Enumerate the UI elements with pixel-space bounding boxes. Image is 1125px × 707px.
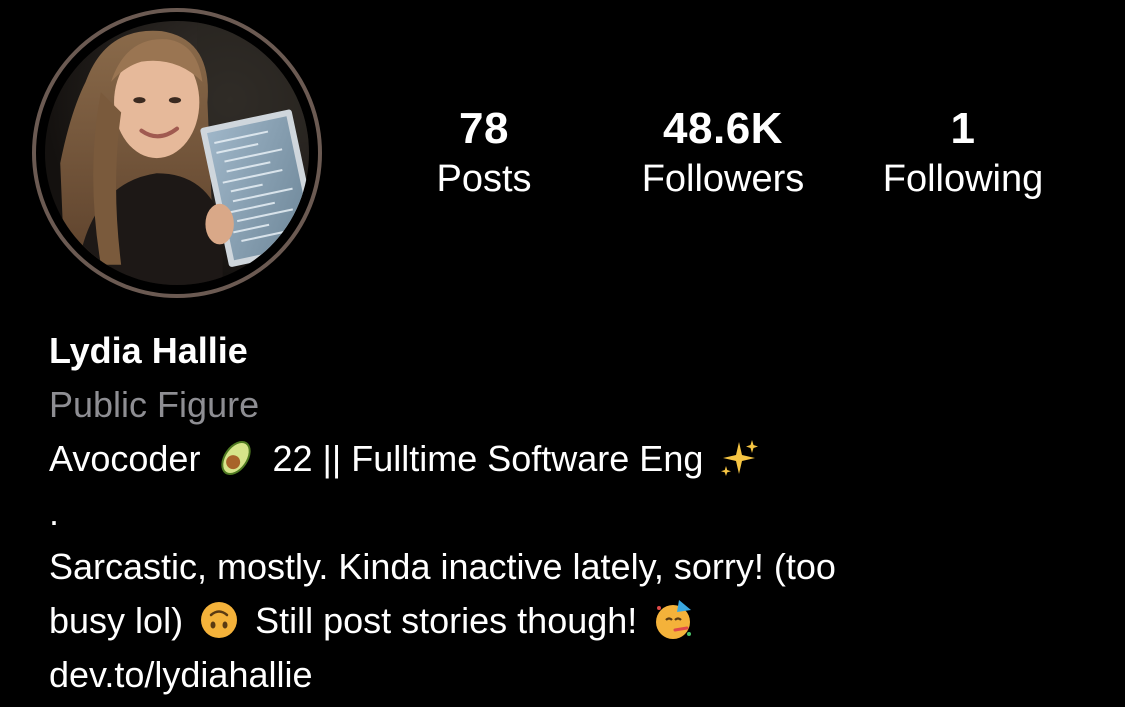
sparkles-icon	[717, 436, 761, 480]
bio-line-2: .	[49, 492, 60, 533]
avatar-photo	[45, 21, 309, 285]
partying-face-icon	[651, 598, 695, 642]
profile-category: Public Figure	[49, 384, 260, 425]
followers-label: Followers	[641, 158, 805, 200]
followers-stat[interactable]: 48.6K Followers	[613, 100, 833, 202]
profile-name: Lydia Hallie	[49, 330, 248, 371]
following-label: Following	[882, 158, 1044, 200]
bio-line-1: Avocoder 22 || Fulltime Software Eng	[49, 432, 1109, 486]
profile-avatar[interactable]	[32, 8, 322, 298]
upside-down-face-icon	[197, 598, 241, 642]
followers-count: 48.6K	[663, 104, 783, 153]
following-stat[interactable]: 1 Following	[853, 100, 1073, 202]
profile-photo-icon	[45, 21, 309, 285]
posts-count: 78	[459, 104, 509, 153]
bio-text: busy lol)	[49, 600, 184, 641]
bio-text: 22 || Fulltime Software Eng	[272, 438, 704, 479]
bio-line-4: busy lol) Still post stories though!	[49, 594, 1109, 648]
bio-line-3: Sarcastic, mostly. Kinda inactive lately…	[49, 546, 836, 587]
profile-bio: Lydia Hallie Public Figure Avocoder 22 |…	[49, 324, 1109, 702]
following-count: 1	[950, 104, 976, 153]
posts-label: Posts	[436, 158, 532, 200]
bio-text: Still post stories though!	[255, 600, 638, 641]
posts-stat[interactable]: 78 Posts	[374, 100, 594, 202]
profile-website-link[interactable]: dev.to/lydiahallie	[49, 648, 1109, 702]
bio-text: Avocoder	[49, 438, 201, 479]
avocado-icon	[214, 436, 258, 480]
